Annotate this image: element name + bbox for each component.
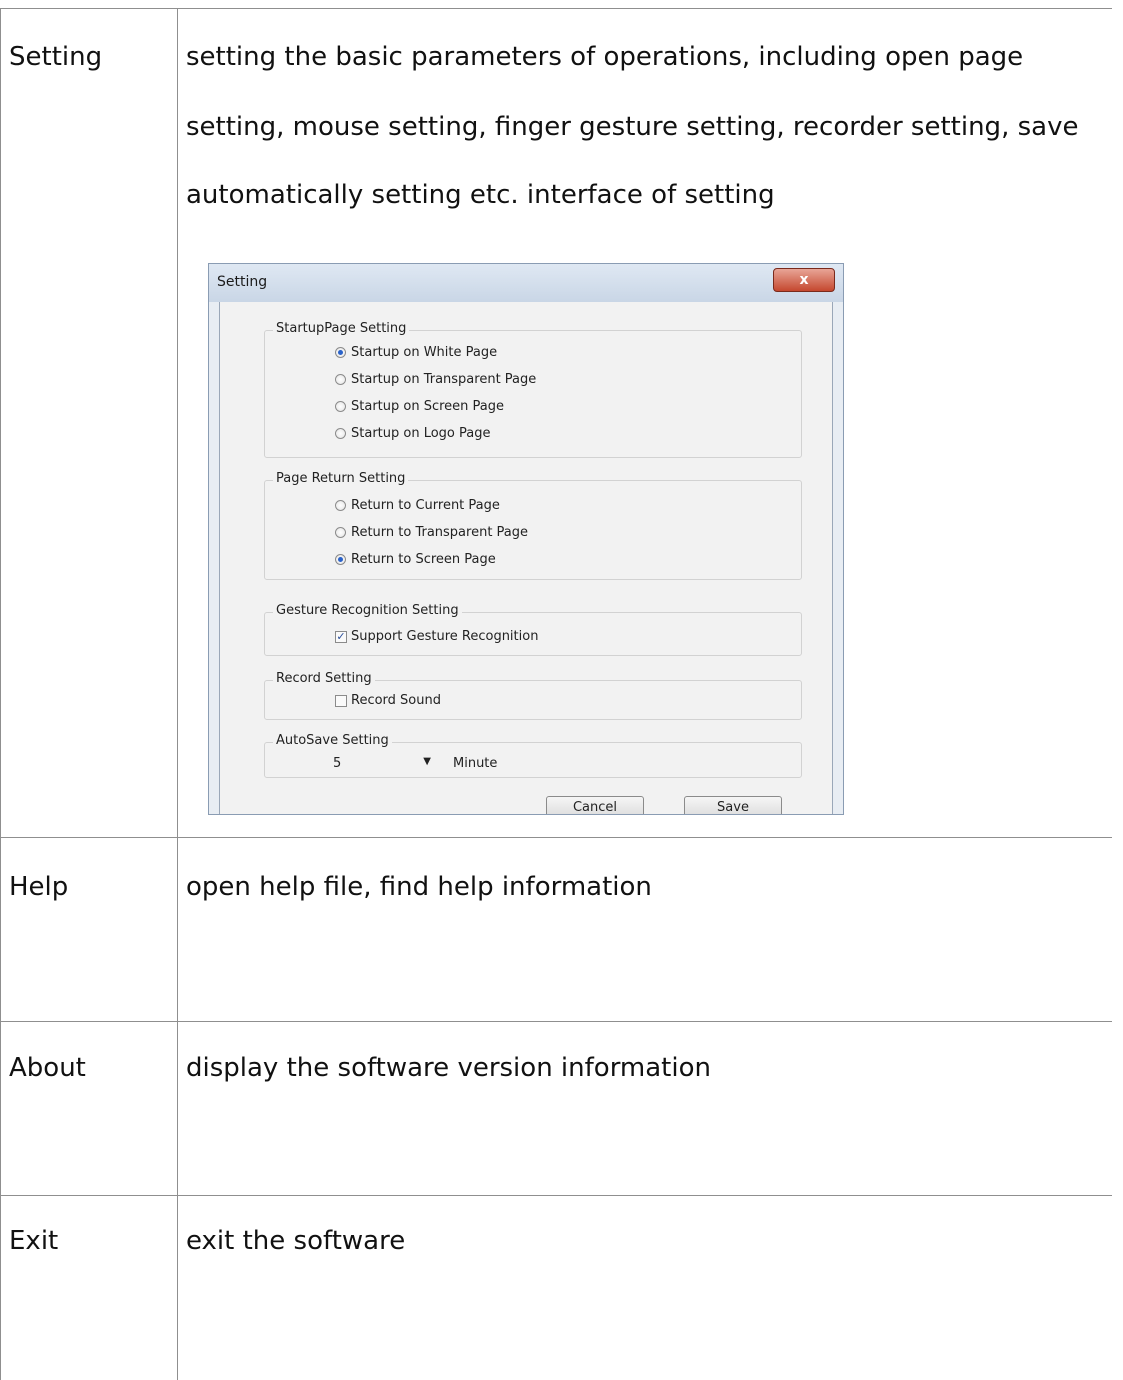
radio-selected-icon (335, 347, 346, 358)
record-group: Record Setting Record Sound (264, 671, 802, 720)
dialog-title-bar: Setting x (209, 264, 843, 302)
about-description: display the software version information (186, 1053, 711, 1083)
radio-startup-screen[interactable]: Startup on Screen Page (335, 399, 504, 414)
close-icon[interactable]: x (773, 268, 835, 292)
option-label: Startup on Logo Page (351, 426, 491, 441)
option-label: Return to Current Page (351, 498, 500, 513)
radio-unselected-icon (335, 527, 346, 538)
radio-unselected-icon (335, 374, 346, 385)
option-label: Return to Screen Page (351, 552, 496, 567)
table-left-border (0, 8, 1, 1380)
checkbox-unchecked-icon (335, 694, 347, 707)
radio-return-current[interactable]: Return to Current Page (335, 498, 500, 513)
help-description: open help file, find help information (186, 872, 652, 902)
checkbox-checked-icon: ✓ (335, 629, 347, 643)
autosave-interval-select[interactable]: 5 ▼ (325, 755, 437, 773)
option-label: Startup on Transparent Page (351, 372, 537, 387)
row-label-about: About (9, 1053, 86, 1083)
table-column-divider (177, 8, 178, 1380)
option-label: Startup on White Page (351, 345, 498, 360)
exit-description: exit the software (186, 1226, 406, 1256)
page-return-group: Page Return Setting Return to Current Pa… (264, 471, 802, 580)
cancel-button[interactable]: Cancel (546, 796, 644, 814)
autosave-group-title: AutoSave Setting (273, 733, 392, 748)
row-divider (0, 837, 1112, 838)
gesture-recognition-group: Gesture Recognition Setting ✓ Support Ge… (264, 603, 802, 656)
radio-startup-transparent[interactable]: Startup on Transparent Page (335, 372, 536, 387)
radio-selected-icon (335, 554, 346, 565)
radio-return-screen[interactable]: Return to Screen Page (335, 552, 496, 567)
checkbox-support-gesture[interactable]: ✓ Support Gesture Recognition (335, 629, 538, 644)
autosave-unit-label: Minute (453, 756, 498, 771)
setting-description-line-3: automatically setting etc. interface of … (186, 180, 775, 210)
setting-dialog-screenshot: Setting x StartupPage Setting Startup on… (208, 263, 844, 815)
row-label-setting: Setting (9, 42, 103, 72)
row-divider (0, 8, 1112, 9)
chevron-down-icon: ▼ (423, 756, 431, 767)
setting-description-line-1: setting the basic parameters of operatio… (186, 42, 1024, 72)
save-button[interactable]: Save (684, 796, 782, 814)
radio-unselected-icon (335, 500, 346, 511)
dialog-body: StartupPage Setting Startup on White Pag… (219, 302, 833, 814)
radio-unselected-icon (335, 401, 346, 412)
gesture-group-title: Gesture Recognition Setting (273, 603, 462, 618)
row-label-help: Help (9, 872, 69, 902)
record-group-title: Record Setting (273, 671, 375, 686)
radio-startup-white[interactable]: Startup on White Page (335, 345, 497, 360)
row-divider (0, 1195, 1112, 1196)
option-label: Startup on Screen Page (351, 399, 505, 414)
option-label: Return to Transparent Page (351, 525, 529, 540)
radio-unselected-icon (335, 428, 346, 439)
return-group-title: Page Return Setting (273, 471, 409, 486)
startup-group-title: StartupPage Setting (273, 321, 410, 336)
row-label-exit: Exit (9, 1226, 59, 1256)
autosave-group: AutoSave Setting 5 ▼ Minute (264, 733, 802, 778)
radio-return-transparent[interactable]: Return to Transparent Page (335, 525, 528, 540)
option-label: Record Sound (351, 693, 441, 708)
checkbox-record-sound[interactable]: Record Sound (335, 693, 441, 708)
option-label: Support Gesture Recognition (351, 629, 539, 644)
row-divider (0, 1021, 1112, 1022)
startup-page-group: StartupPage Setting Startup on White Pag… (264, 321, 802, 458)
setting-description-line-2: setting, mouse setting, finger gesture s… (186, 112, 1079, 142)
dialog-title: Setting (217, 274, 268, 290)
autosave-interval-value: 5 (333, 756, 342, 771)
radio-startup-logo[interactable]: Startup on Logo Page (335, 426, 490, 441)
